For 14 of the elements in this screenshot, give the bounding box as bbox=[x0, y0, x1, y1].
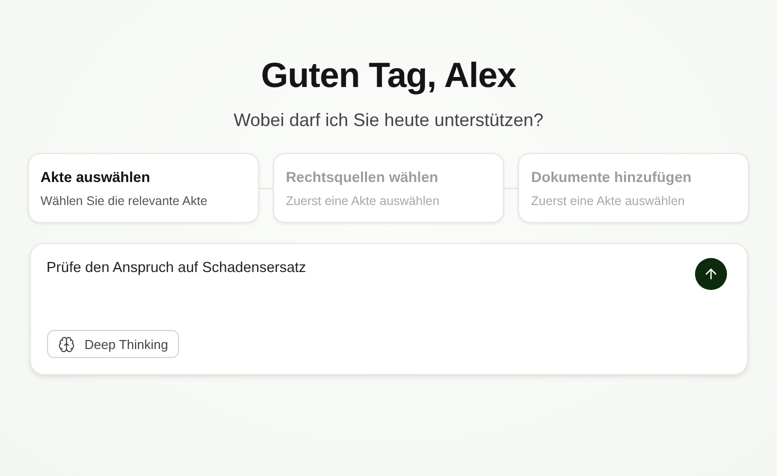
send-button[interactable] bbox=[694, 258, 726, 290]
arrow-up-icon bbox=[702, 266, 718, 282]
step-title: Rechtsquellen wählen bbox=[286, 170, 440, 186]
step-title: Dokumente hinzufügen bbox=[531, 170, 692, 186]
subtitle: Wobei darf ich Sie heute unterstützen? bbox=[234, 110, 544, 131]
step-hint: Zuerst eine Akte auswählen bbox=[531, 194, 686, 208]
brain-icon bbox=[58, 336, 74, 352]
step-title: Akte auswählen bbox=[40, 170, 152, 186]
step-hint: Zuerst eine Akte auswählen bbox=[286, 194, 440, 208]
step-hint: Wählen Sie die relevante Akte bbox=[40, 194, 208, 208]
greeting-heading: Guten Tag, Alex bbox=[260, 56, 516, 96]
prompt-input[interactable]: Prüfe den Anspruch auf Schadensersatz bbox=[46, 260, 694, 276]
step-card[interactable]: Akte auswählen Wählen Sie die relevante Akte bbox=[28, 153, 259, 223]
deep-thinking-toggle[interactable]: Deep Thinking bbox=[46, 330, 180, 358]
